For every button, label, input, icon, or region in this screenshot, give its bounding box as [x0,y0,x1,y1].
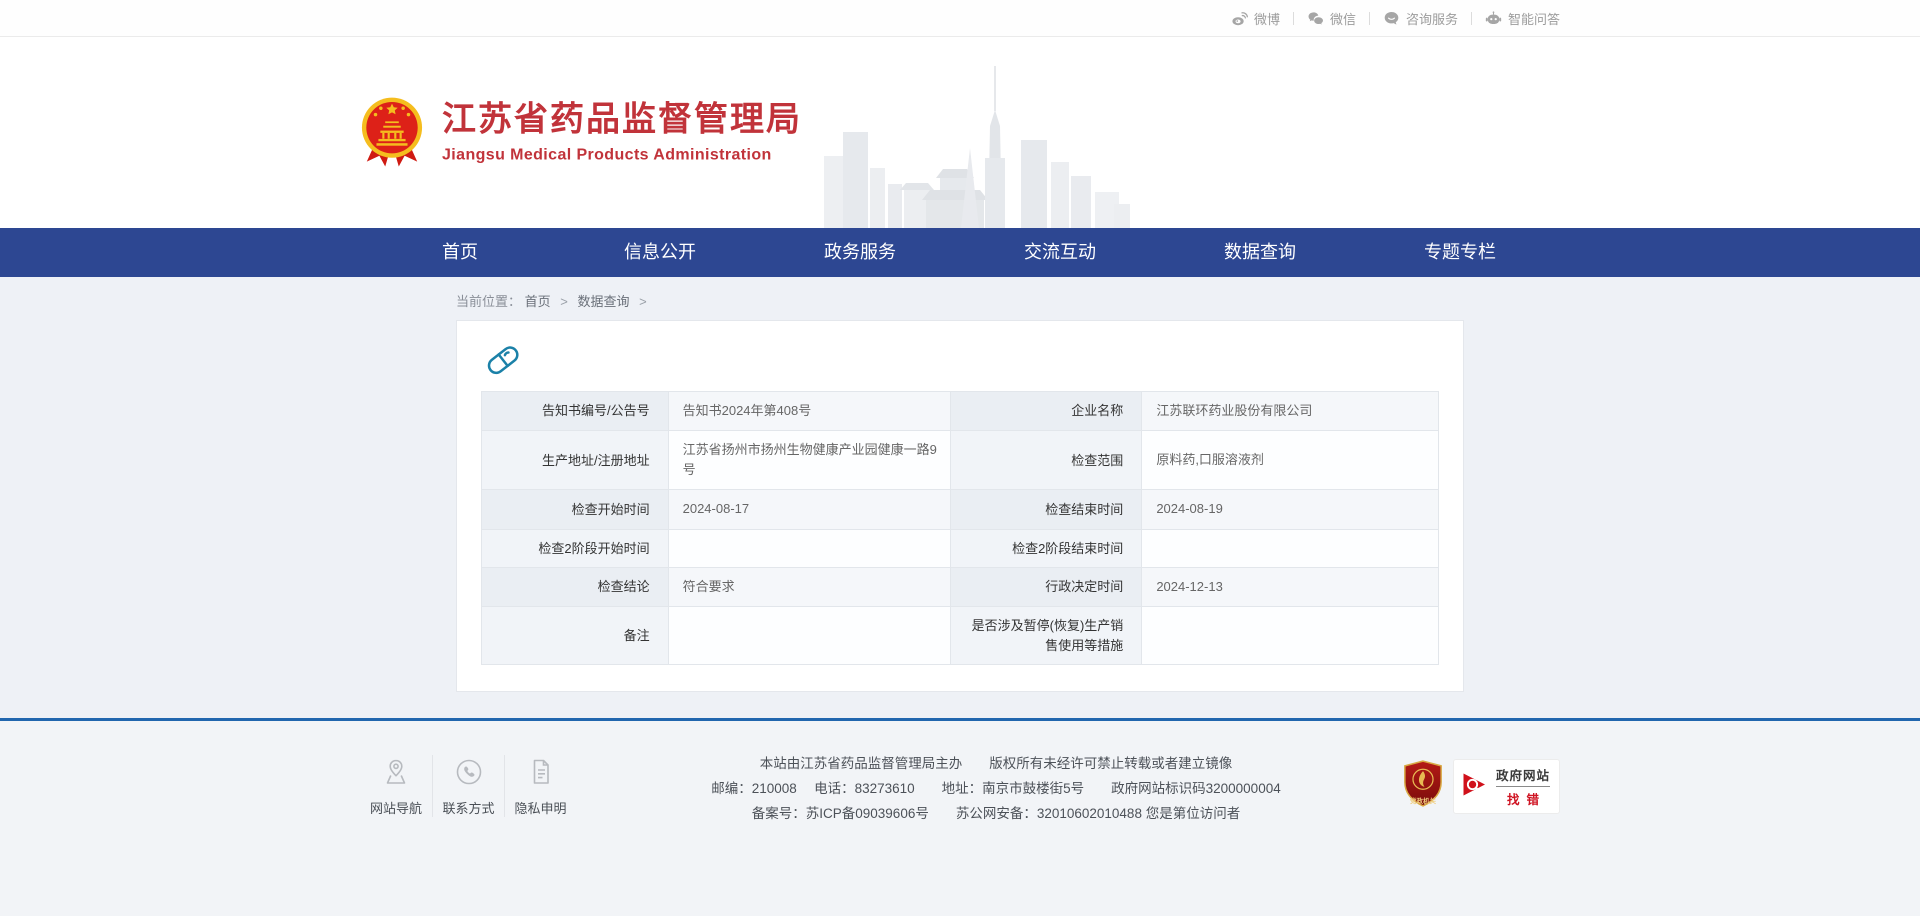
wechat-label: 微信 [1330,9,1356,28]
gov-site-error-badge-text: 政府网站 找错 [1496,765,1550,808]
field-value: 2024-08-19 [1142,490,1439,529]
topbar-divider [1471,12,1472,25]
nav-item-special-columns[interactable]: 专题专栏 [1360,228,1560,277]
city-skyline-graphic [818,56,1130,228]
topbar-divider [1293,12,1294,25]
magnifier-flag-icon [1461,771,1488,803]
breadcrumb: 当前位置： 首页 > 数据查询 > [456,291,1464,310]
footer-info-line-2: 邮编：210008 电话：83273610 地址：南京市鼓楼街5号 政府网站标识… [616,776,1376,801]
field-value: 符合要求 [668,568,950,607]
field-value: 告知书2024年第408号 [668,392,950,431]
field-label: 告知书编号/公告号 [482,392,669,431]
weibo-link[interactable]: 微博 [1231,9,1280,28]
weibo-icon [1231,10,1248,27]
nav-item-gov-services[interactable]: 政务服务 [760,228,960,277]
field-label: 行政决定时间 [950,568,1141,607]
content-area: 告知书编号/公告号 告知书2024年第408号 企业名称 江苏联环药业股份有限公… [0,320,1920,718]
field-value [668,607,950,665]
field-label: 检查开始时间 [482,490,669,529]
field-value: 2024-12-13 [1142,568,1439,607]
field-label: 备注 [482,607,669,665]
breadcrumb-separator: > [639,294,647,309]
table-row: 检查2阶段开始时间 检查2阶段结束时间 [482,529,1439,568]
site-subtitle: Jiangsu Medical Products Administration [442,146,802,164]
breadcrumb-separator: > [560,294,568,309]
site-map-label: 网站导航 [360,798,432,817]
breadcrumb-link-home[interactable]: 首页 [525,294,551,309]
site-footer: 网站导航 联系方式 隐 [0,721,1920,916]
field-value: 江苏联环药业股份有限公司 [1142,392,1439,431]
nav-item-interaction[interactable]: 交流互动 [960,228,1160,277]
field-label: 检查结束时间 [950,490,1141,529]
gov-site-error-badge[interactable]: 政府网站 找错 [1453,759,1560,814]
field-value [1142,529,1439,568]
wechat-link[interactable]: 微信 [1307,9,1356,28]
footer-info-line-1: 本站由江苏省药品监督管理局主办 版权所有未经许可禁止转载或者建立镜像 [616,751,1376,776]
party-gov-badge[interactable]: 党政机关 [1402,760,1444,813]
national-emblem-icon [360,95,424,170]
consult-service-link[interactable]: 咨询服务 [1383,9,1458,28]
topbar-divider [1369,12,1370,25]
field-value: 原料药,口服溶液剂 [1142,431,1439,490]
nav-item-info-disclosure[interactable]: 信息公开 [560,228,760,277]
field-label: 检查结论 [482,568,669,607]
table-row: 检查结论 符合要求 行政决定时间 2024-12-13 [482,568,1439,607]
privacy-document-icon [505,755,576,787]
pill-icon [481,337,525,381]
table-row: 告知书编号/公告号 告知书2024年第408号 企业名称 江苏联环药业股份有限公… [482,392,1439,431]
field-label: 检查2阶段开始时间 [482,529,669,568]
party-gov-badge-label: 党政机关 [1410,796,1436,805]
field-value: 江苏省扬州市扬州生物健康产业园健康一路9号 [668,431,950,490]
field-label: 生产地址/注册地址 [482,431,669,490]
map-pin-icon [360,755,432,787]
field-label: 检查2阶段结束时间 [950,529,1141,568]
field-value: 2024-08-17 [668,490,950,529]
nav-item-data-query[interactable]: 数据查询 [1160,228,1360,277]
inspection-detail-panel: 告知书编号/公告号 告知书2024年第408号 企业名称 江苏联环药业股份有限公… [456,320,1464,692]
speech-bubble-icon [1383,10,1400,27]
privacy-label: 隐私申明 [505,798,576,817]
field-label: 企业名称 [950,392,1141,431]
footer-quick-links: 网站导航 联系方式 隐 [360,755,576,817]
footer-info-line-3: 备案号：苏ICP备09039606号 苏公网安备：32010602010488 … [616,801,1376,826]
table-row: 生产地址/注册地址 江苏省扬州市扬州生物健康产业园健康一路9号 检查范围 原料药… [482,431,1439,490]
wechat-icon [1307,10,1324,27]
field-label: 检查范围 [950,431,1141,490]
privacy-link[interactable]: 隐私申明 [504,755,576,817]
table-row: 检查开始时间 2024-08-17 检查结束时间 2024-08-19 [482,490,1439,529]
main-navigation: 首页 信息公开 政务服务 交流互动 数据查询 专题专栏 [0,228,1920,277]
contact-label: 联系方式 [433,798,504,817]
breadcrumb-link-data-query[interactable]: 数据查询 [578,294,630,309]
site-header: 江苏省药品监督管理局 Jiangsu Medical Products Admi… [0,37,1920,228]
site-title: 江苏省药品监督管理局 [442,101,802,140]
logo-text: 江苏省药品监督管理局 Jiangsu Medical Products Admi… [442,101,802,164]
site-map-link[interactable]: 网站导航 [360,755,432,817]
field-value [668,529,950,568]
smart-qa-link[interactable]: 智能问答 [1485,9,1560,28]
field-label: 是否涉及暂停(恢复)生产销售使用等措施 [950,607,1141,665]
gov-site-error-line1: 政府网站 [1496,765,1550,787]
weibo-label: 微博 [1254,9,1280,28]
site-logo[interactable]: 江苏省药品监督管理局 Jiangsu Medical Products Admi… [360,95,802,170]
breadcrumb-bar: 当前位置： 首页 > 数据查询 > [0,277,1920,320]
top-utility-bar: 微博 微信 咨询服务 [0,0,1920,37]
gov-site-error-line2: 找错 [1500,789,1546,808]
contact-link[interactable]: 联系方式 [432,755,504,817]
nav-item-home[interactable]: 首页 [360,228,560,277]
phone-icon [433,755,504,787]
inspection-detail-table: 告知书编号/公告号 告知书2024年第408号 企业名称 江苏联环药业股份有限公… [481,391,1439,665]
smart-qa-label: 智能问答 [1508,9,1560,28]
footer-info: 本站由江苏省药品监督管理局主办 版权所有未经许可禁止转载或者建立镜像 邮编：21… [616,751,1376,826]
breadcrumb-prefix: 当前位置： [456,294,521,309]
footer-badges: 党政机关 政府网站 找错 [1402,759,1560,814]
consult-service-label: 咨询服务 [1406,9,1458,28]
field-value [1142,607,1439,665]
table-row: 备注 是否涉及暂停(恢复)生产销售使用等措施 [482,607,1439,665]
robot-icon [1485,10,1502,27]
